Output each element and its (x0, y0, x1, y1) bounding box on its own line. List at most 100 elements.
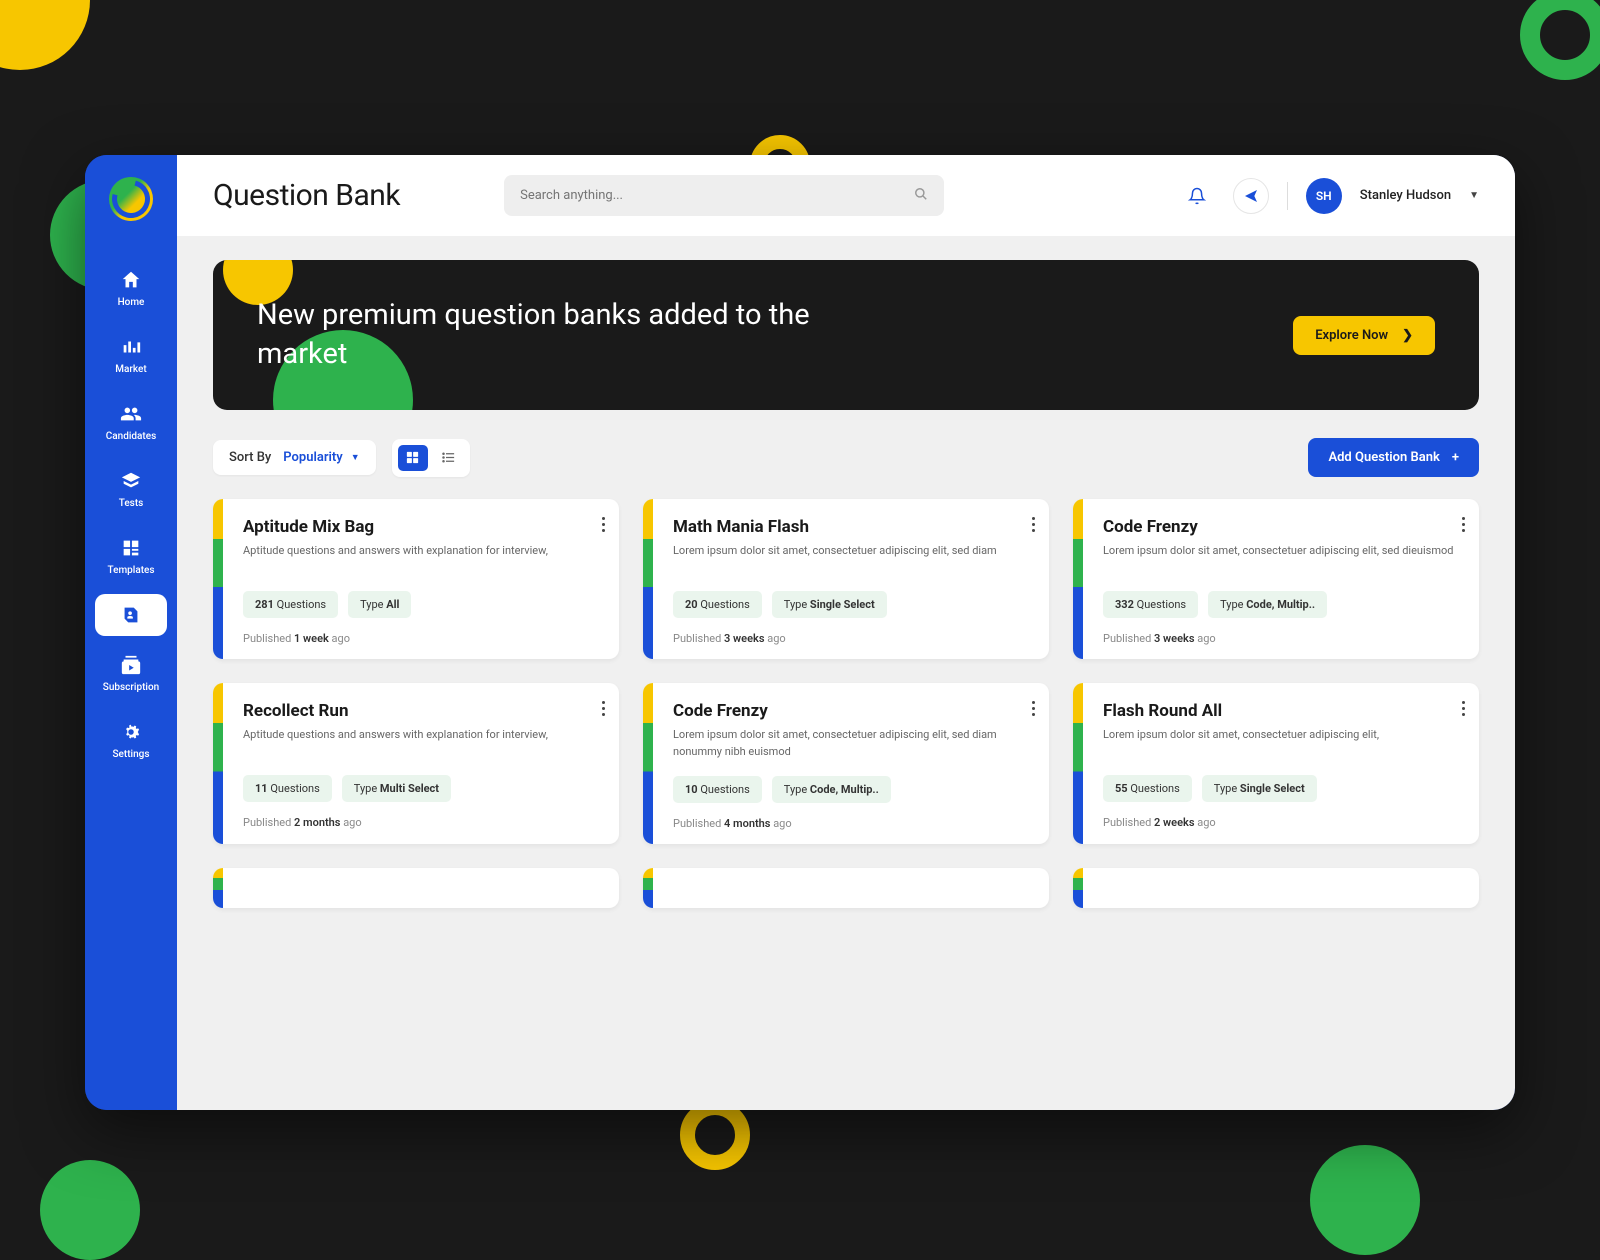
type-tag: Type All (348, 591, 411, 618)
sidebar-item-question-bank[interactable] (95, 594, 167, 636)
sidebar-item-label: Candidates (106, 431, 157, 442)
notifications-button[interactable] (1179, 178, 1215, 214)
question-bank-card[interactable]: Flash Round All Lorem ipsum dolor sit am… (1073, 683, 1479, 844)
app-logo[interactable] (109, 177, 153, 221)
card-body: Aptitude Mix Bag Aptitude questions and … (223, 499, 619, 659)
sidebar: Home Market Candidates Tests Templates S… (85, 155, 177, 1110)
sidebar-item-label: Market (115, 364, 146, 375)
header: Question Bank SH Stanley Hudson ▼ (177, 155, 1515, 236)
subscription-icon (120, 654, 142, 676)
question-bank-card[interactable]: Recollect Run Aptitude questions and ans… (213, 683, 619, 844)
card-description: Lorem ipsum dolor sit amet, consectetuer… (673, 543, 1029, 575)
type-tag: Type Single Select (772, 591, 887, 618)
card-menu-button[interactable] (1462, 701, 1465, 716)
card-tags: 11 Questions Type Multi Select (243, 775, 599, 802)
question-bank-card[interactable]: Code Frenzy Lorem ipsum dolor sit amet, … (643, 683, 1049, 844)
bg-decoration (680, 1100, 750, 1170)
send-button[interactable] (1233, 178, 1269, 214)
card-tags: 20 Questions Type Single Select (673, 591, 1029, 618)
card-published: Published 3 weeks ago (1103, 632, 1459, 645)
questions-count-tag: 20 Questions (673, 591, 762, 618)
sidebar-item-subscription[interactable]: Subscription (95, 644, 167, 703)
app-window: Home Market Candidates Tests Templates S… (85, 155, 1515, 1110)
bg-decoration (1310, 1145, 1420, 1255)
card-title: Code Frenzy (673, 701, 1029, 721)
question-bank-card-stub (643, 868, 1049, 908)
user-name: Stanley Hudson (1360, 188, 1451, 203)
questions-count-tag: 10 Questions (673, 776, 762, 803)
question-bank-icon (120, 604, 142, 626)
sort-label: Sort By (229, 450, 271, 465)
card-body: Flash Round All Lorem ipsum dolor sit am… (1083, 683, 1479, 844)
card-stripe (643, 868, 653, 908)
sidebar-item-settings[interactable]: Settings (95, 711, 167, 770)
search-input[interactable] (520, 188, 914, 203)
divider (1287, 182, 1288, 210)
sort-value-text: Popularity (283, 450, 342, 465)
sidebar-item-candidates[interactable]: Candidates (95, 393, 167, 452)
promo-banner: New premium question banks added to the … (213, 260, 1479, 410)
card-description: Lorem ipsum dolor sit amet, consectetuer… (1103, 543, 1459, 575)
question-bank-card-stub (213, 868, 619, 908)
question-bank-card[interactable]: Code Frenzy Lorem ipsum dolor sit amet, … (1073, 499, 1479, 659)
bg-decoration (40, 1160, 140, 1260)
card-menu-button[interactable] (602, 517, 605, 532)
card-published: Published 4 months ago (673, 817, 1029, 830)
card-tags: 332 Questions Type Code, Multip.. (1103, 591, 1459, 618)
chevron-down-icon[interactable]: ▼ (1469, 190, 1479, 201)
type-tag: Type Code, Multip.. (1208, 591, 1327, 618)
toolbar: Sort By Popularity ▼ Add Question Bank (213, 438, 1479, 477)
card-description: Lorem ipsum dolor sit amet, consectetuer… (673, 727, 1029, 760)
templates-icon (120, 537, 142, 559)
card-title: Aptitude Mix Bag (243, 517, 599, 537)
card-stripe (213, 868, 223, 908)
sidebar-item-home[interactable]: Home (95, 259, 167, 318)
search-input-wrapper[interactable] (504, 175, 944, 216)
view-toggle (392, 439, 470, 477)
card-published: Published 1 week ago (243, 632, 599, 645)
card-body: Math Mania Flash Lorem ipsum dolor sit a… (653, 499, 1049, 659)
card-published: Published 2 weeks ago (1103, 816, 1459, 829)
sidebar-item-tests[interactable]: Tests (95, 460, 167, 519)
plus-icon: + (1452, 450, 1459, 465)
card-description: Aptitude questions and answers with expl… (243, 727, 599, 759)
bg-decoration (1520, 0, 1600, 80)
questions-count-tag: 11 Questions (243, 775, 332, 802)
card-published: Published 2 months ago (243, 816, 599, 829)
sidebar-item-templates[interactable]: Templates (95, 527, 167, 586)
type-tag: Type Single Select (1202, 775, 1317, 802)
card-description: Aptitude questions and answers with expl… (243, 543, 599, 575)
card-title: Recollect Run (243, 701, 599, 721)
sidebar-item-label: Settings (112, 749, 149, 760)
user-avatar[interactable]: SH (1306, 178, 1342, 214)
questions-count-tag: 55 Questions (1103, 775, 1192, 802)
sort-value[interactable]: Popularity ▼ (283, 450, 359, 465)
chevron-right-icon: ❯ (1402, 328, 1413, 343)
bg-decoration (0, 0, 90, 70)
header-actions: SH Stanley Hudson ▼ (1179, 178, 1479, 214)
card-title: Flash Round All (1103, 701, 1459, 721)
card-title: Math Mania Flash (673, 517, 1029, 537)
page-title: Question Bank (213, 178, 400, 213)
home-icon (120, 269, 142, 291)
card-menu-button[interactable] (1462, 517, 1465, 532)
grid-view-button[interactable] (398, 445, 428, 471)
list-icon (441, 450, 456, 465)
question-bank-card[interactable]: Math Mania Flash Lorem ipsum dolor sit a… (643, 499, 1049, 659)
add-question-bank-button[interactable]: Add Question Bank + (1308, 438, 1479, 477)
grid-icon (405, 450, 420, 465)
card-menu-button[interactable] (1032, 701, 1035, 716)
list-view-button[interactable] (434, 445, 464, 471)
card-menu-button[interactable] (602, 701, 605, 716)
card-stripe (643, 499, 653, 659)
questions-count-tag: 332 Questions (1103, 591, 1198, 618)
card-stripe (213, 499, 223, 659)
card-menu-button[interactable] (1032, 517, 1035, 532)
card-stripe (1073, 683, 1083, 844)
sort-control[interactable]: Sort By Popularity ▼ (213, 440, 376, 475)
market-icon (120, 336, 142, 358)
question-bank-card[interactable]: Aptitude Mix Bag Aptitude questions and … (213, 499, 619, 659)
explore-now-button[interactable]: Explore Now ❯ (1293, 316, 1435, 355)
settings-icon (120, 721, 142, 743)
sidebar-item-market[interactable]: Market (95, 326, 167, 385)
